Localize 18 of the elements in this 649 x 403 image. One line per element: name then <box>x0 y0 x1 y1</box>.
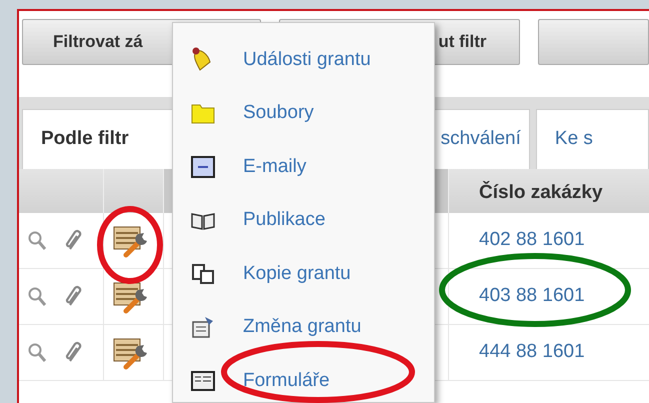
order-number-link[interactable]: 444 88 1601 <box>449 338 585 367</box>
search-icon[interactable] <box>27 230 47 252</box>
menu-item[interactable]: E-maily <box>243 152 306 181</box>
order-number-link[interactable]: 403 88 1601 <box>449 282 585 311</box>
menu-item[interactable]: Kopie grantu <box>243 260 351 288</box>
menu-item[interactable]: Soubory <box>243 99 314 128</box>
menu-item[interactable]: Publikace <box>243 206 326 234</box>
search-icon[interactable] <box>27 342 47 364</box>
toolbar-button[interactable] <box>538 19 649 65</box>
paperclip-icon[interactable] <box>65 284 83 308</box>
menu-item[interactable]: Formuláře <box>243 366 330 395</box>
column-header: Číslo zakázky <box>449 169 649 213</box>
order-number-link[interactable]: 402 88 1601 <box>449 226 585 255</box>
menu-item[interactable]: Změna grantu <box>243 313 362 342</box>
paperclip-icon[interactable] <box>65 228 83 252</box>
search-icon[interactable] <box>27 286 47 308</box>
paperclip-icon[interactable] <box>65 340 83 364</box>
tab[interactable]: Ke s <box>536 109 649 169</box>
